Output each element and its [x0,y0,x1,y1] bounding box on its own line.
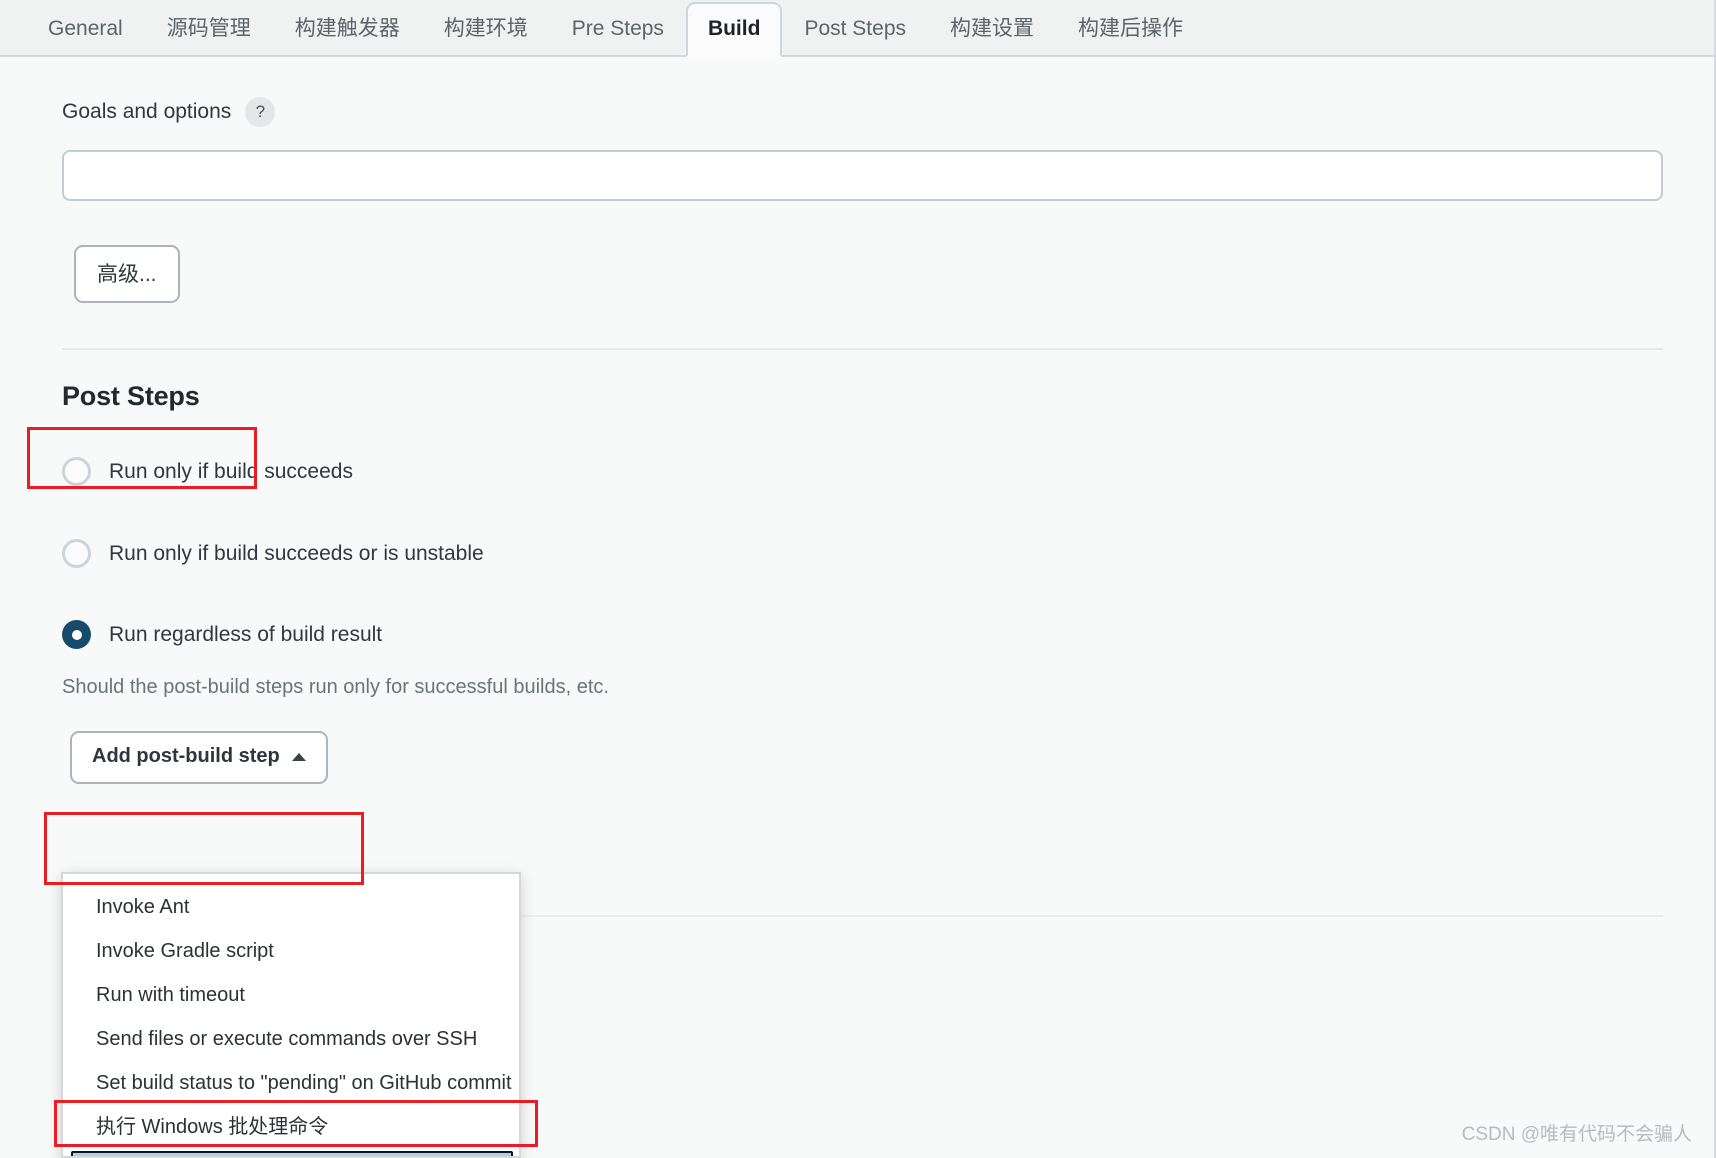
radio-run-regardless-of-build-result[interactable]: Run regardless of build result [62,620,1714,649]
radio-icon-selected[interactable] [62,620,91,649]
csdn-watermark: CSDN @唯有代码不会骗人 [1461,1124,1692,1145]
tab-build[interactable]: Build [685,2,783,57]
menu-item-invoke-ant[interactable]: Invoke Ant [63,885,519,929]
post-steps-heading: Post Steps [62,381,200,411]
menu-item-set-build-status-pending[interactable]: Set build status to "pending" on GitHub … [63,1061,519,1105]
goals-and-options-label: Goals and options [62,100,232,123]
goals-and-options-input[interactable] [62,150,1663,201]
radio-label: Run only if build succeeds or is unstabl… [109,541,484,565]
tab-build-triggers[interactable]: 构建触发器 [273,18,422,55]
menu-item-send-files-over-ssh[interactable]: Send files or execute commands over SSH [63,1017,519,1061]
tab-pre-steps[interactable]: Pre Steps [550,18,686,55]
tab-post-steps[interactable]: Post Steps [782,18,928,55]
question-mark-icon[interactable]: ? [245,97,276,127]
menu-item-execute-windows-batch-command[interactable]: 执行 Windows 批处理命令 [63,1105,519,1149]
goals-and-options-label-row: Goals and options ? [62,97,1714,127]
jenkins-job-config-page: General 源码管理 构建触发器 构建环境 Pre Steps Build … [0,0,1716,1158]
add-post-build-step-button[interactable]: Add post-build step [70,731,328,784]
content-divider-line [521,915,1663,917]
radio-icon-unselected[interactable] [62,539,91,568]
add-post-build-step-label: Add post-build step [92,745,280,767]
menu-item-execute-shell[interactable]: 执行 shell [71,1151,513,1156]
radio-icon-unselected[interactable] [62,457,91,486]
tab-general[interactable]: General [26,18,145,55]
radio-label: Run regardless of build result [109,622,383,646]
advanced-button[interactable]: 高级... [74,245,180,303]
section-divider [62,348,1663,350]
radio-run-only-if-build-succeeds[interactable]: Run only if build succeeds [62,457,1714,486]
tab-build-settings[interactable]: 构建设置 [928,18,1056,55]
tab-source-code-management[interactable]: 源码管理 [145,18,273,55]
radio-run-only-if-build-succeeds-or-unstable[interactable]: Run only if build succeeds or is unstabl… [62,539,1714,568]
post-steps-hint: Should the post-build steps run only for… [62,676,609,698]
menu-item-run-with-timeout[interactable]: Run with timeout [63,973,519,1017]
tab-post-build-actions[interactable]: 构建后操作 [1056,18,1205,55]
caret-up-icon [291,752,306,761]
tab-build-environment[interactable]: 构建环境 [422,18,550,55]
radio-label: Run only if build succeeds [109,459,353,483]
config-tab-bar: General 源码管理 构建触发器 构建环境 Pre Steps Build … [0,0,1714,57]
add-post-build-step-menu: Invoke Ant Invoke Gradle script Run with… [61,872,521,1158]
menu-item-invoke-gradle-script[interactable]: Invoke Gradle script [63,929,519,973]
